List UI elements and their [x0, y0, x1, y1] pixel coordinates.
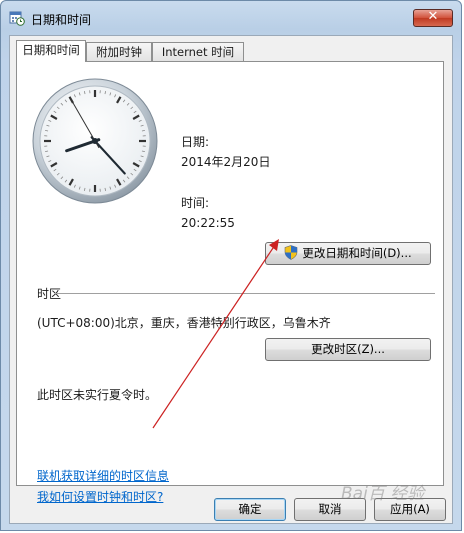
calendar-clock-icon — [9, 11, 25, 26]
analog-clock — [32, 78, 158, 204]
change-timezone-button[interactable]: 更改时区(Z)... — [265, 338, 431, 361]
ok-button[interactable]: 确定 — [214, 498, 286, 521]
time-value: 20:22:55 — [181, 216, 235, 230]
how-to-set-clock-link[interactable]: 我如何设置时钟和时区? — [37, 488, 163, 505]
close-button[interactable]: ✕ — [413, 9, 453, 27]
section-divider — [55, 293, 435, 294]
tab-date-time[interactable]: 日期和时间 — [16, 40, 86, 62]
change-date-time-label: 更改日期和时间(D)... — [302, 246, 412, 260]
close-icon: ✕ — [427, 9, 439, 24]
change-date-time-button[interactable]: 更改日期和时间(D)... — [265, 242, 431, 265]
date-label: 日期: — [181, 135, 210, 149]
window-title: 日期和时间 — [31, 13, 92, 27]
tab-panel: 日期: 2014年2月20日 时间: 20:22:55 更改日期和时间(D)..… — [16, 61, 444, 504]
time-label: 时间: — [181, 196, 210, 210]
uac-shield-icon — [285, 245, 298, 260]
timezone-value: (UTC+08:00)北京，重庆，香港特别行政区，乌鲁木齐 — [37, 316, 331, 330]
title-bar[interactable]: 日期和时间 ✕ — [1, 1, 461, 35]
dst-note: 此时区未实行夏令时。 — [37, 388, 158, 402]
tab-internet-time[interactable]: Internet 时间 — [152, 42, 244, 61]
date-value: 2014年2月20日 — [181, 155, 271, 169]
date-time-dialog: 日期和时间 ✕ 日期和时间 附加时钟 Internet 时间 日期: 2014年… — [0, 0, 462, 531]
online-timezone-info-link[interactable]: 联机获取详细的时区信息 — [37, 467, 169, 484]
tab-additional-clocks[interactable]: 附加时钟 — [86, 42, 152, 61]
dialog-client-area: 日期和时间 附加时钟 Internet 时间 日期: 2014年2月20日 时间… — [9, 35, 453, 524]
watermark-text: Bai百 经验 — [341, 484, 425, 504]
